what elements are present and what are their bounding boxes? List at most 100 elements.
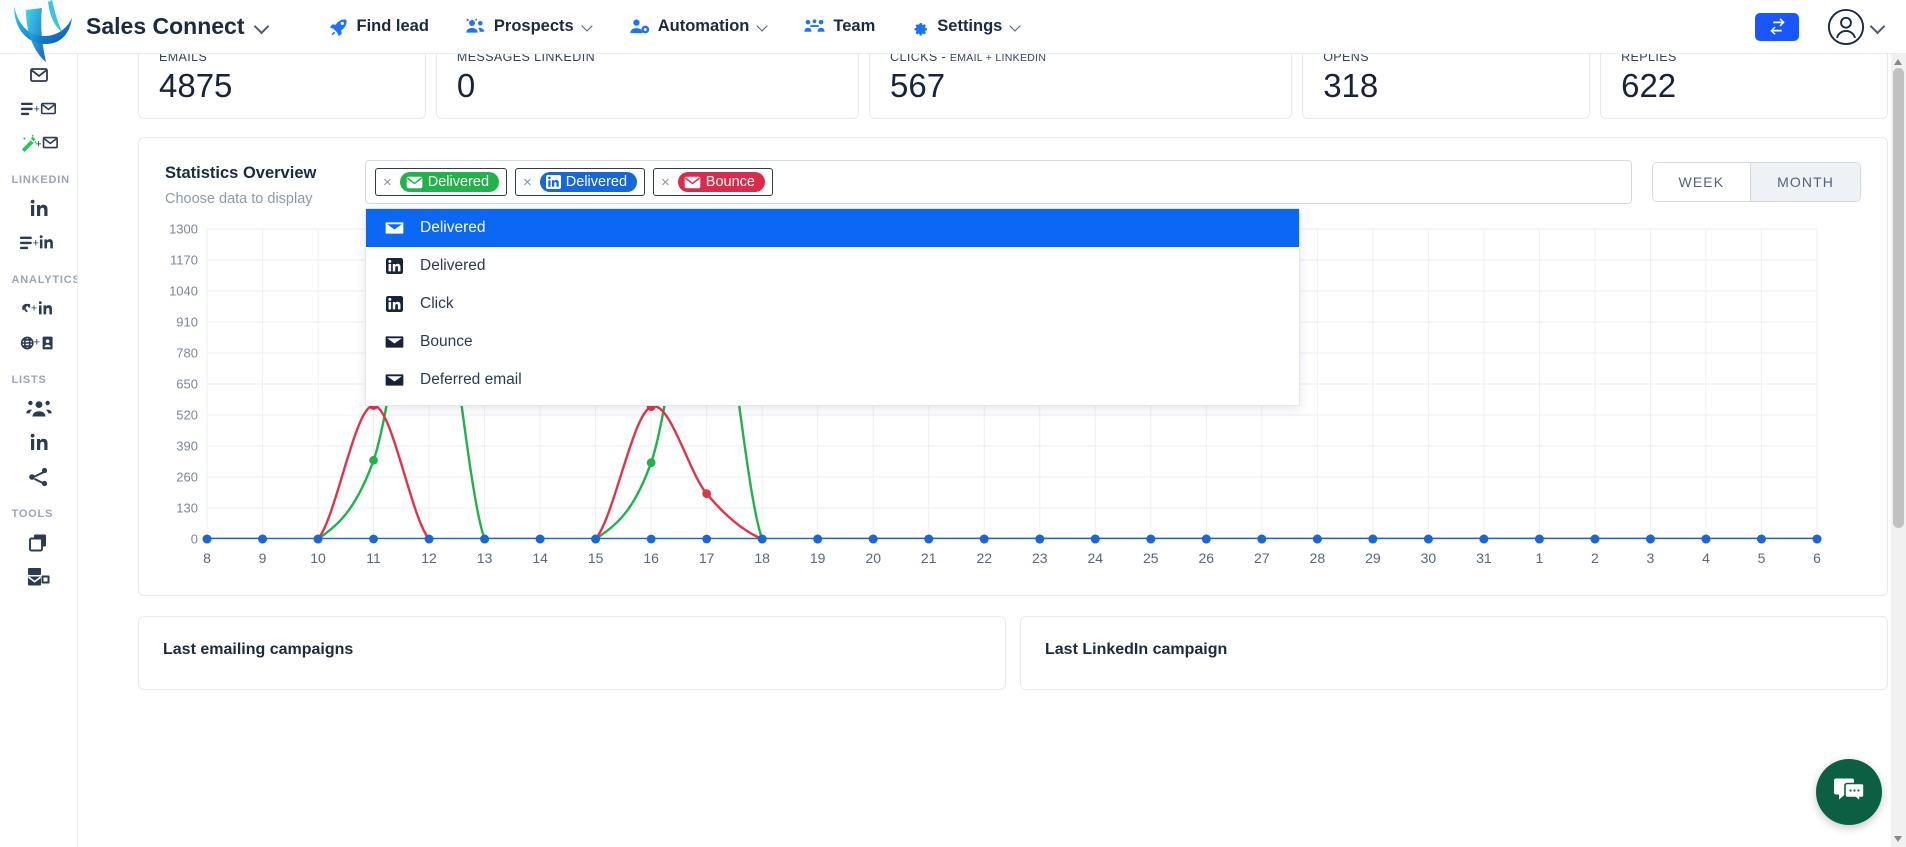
- kpi-value: 318: [1323, 67, 1379, 104]
- sidebar-item-linkedin-campaign[interactable]: +: [0, 226, 77, 260]
- kpi-card-emails: EMAILS 4875: [138, 54, 426, 120]
- chip-remove-icon[interactable]: ×: [523, 175, 532, 190]
- dropdown-option-label: Click: [420, 295, 454, 313]
- svg-text:27: 27: [1254, 550, 1270, 566]
- chip-remove-icon[interactable]: ×: [383, 175, 392, 190]
- dropdown-option-label: Delivered: [420, 219, 486, 237]
- chip-delivered-email[interactable]: × Delivered: [375, 168, 508, 197]
- chat-widget-button[interactable]: [1816, 759, 1882, 825]
- statistics-overview-panel: Statistics Overview Choose data to displ…: [138, 137, 1888, 597]
- scroll-down-arrow-icon[interactable]: [1894, 836, 1902, 842]
- sidebar-item-email-campaign[interactable]: +: [0, 92, 77, 126]
- svg-text:4: 4: [1702, 550, 1710, 566]
- swap-account-button[interactable]: [1755, 12, 1799, 41]
- nav-settings[interactable]: Settings: [893, 17, 1039, 36]
- dropdown-option-bounce-email[interactable]: Bounce: [366, 323, 1299, 361]
- svg-text:9: 9: [259, 550, 267, 566]
- svg-text:+: +: [33, 337, 39, 349]
- nav-find-lead-label: Find lead: [356, 17, 429, 35]
- page-scrollbar[interactable]: [1891, 54, 1906, 847]
- chip-remove-icon[interactable]: ×: [661, 175, 670, 190]
- dropdown-option-delivered-email[interactable]: Delivered: [366, 209, 1299, 248]
- kpi-card-opens: OPENS 318: [1302, 54, 1591, 120]
- swap-arrows-icon: [1769, 18, 1785, 35]
- svg-text:0: 0: [191, 532, 198, 547]
- range-toggle-month[interactable]: MONTH: [1750, 163, 1860, 202]
- sidebar-item-email-template[interactable]: +: [0, 126, 77, 160]
- kpi-label: MESSAGES LINKEDIN: [456, 54, 595, 64]
- range-toggle: WEEK MONTH: [1651, 162, 1861, 203]
- nav-automation-label: Automation: [657, 17, 750, 35]
- linkedin-icon: [30, 199, 47, 216]
- nav-find-lead[interactable]: Find lead: [312, 17, 447, 36]
- chip-delivered-linkedin[interactable]: × Delivered: [515, 168, 646, 197]
- chevron-down-icon: [582, 21, 593, 32]
- svg-text:31: 31: [1476, 550, 1492, 566]
- globe-plus-card-icon: +: [20, 336, 53, 350]
- sidebar-item-linkedin-analytics[interactable]: +: [0, 292, 77, 326]
- sidebar-item-duplicate[interactable]: [0, 526, 77, 560]
- svg-text:14: 14: [532, 550, 548, 566]
- dropdown-option-label: Bounce: [420, 333, 473, 351]
- dropdown-option-delivered-linkedin[interactable]: Delivered: [366, 247, 1299, 285]
- scroll-thumb[interactable]: [1893, 68, 1904, 528]
- range-toggle-week[interactable]: WEEK: [1652, 163, 1751, 202]
- kpi-value: 4875: [159, 67, 233, 104]
- brand-selector[interactable]: Sales Connect: [86, 13, 268, 40]
- envelope-icon: [384, 221, 404, 235]
- sidebar-item-mail-server[interactable]: [0, 560, 77, 594]
- svg-text:21: 21: [921, 550, 937, 566]
- kpi-label-sub: EMAIL + LINKEDIN: [949, 54, 1047, 64]
- envelope-icon: [384, 335, 404, 349]
- svg-text:520: 520: [176, 408, 198, 423]
- chip-pill: Bounce: [677, 172, 765, 193]
- svg-text:2: 2: [1591, 550, 1599, 566]
- sidebar-item-shared-lists[interactable]: [0, 460, 77, 494]
- account-menu[interactable]: [1827, 8, 1884, 46]
- brand-name: Sales Connect: [86, 13, 245, 39]
- svg-text:910: 910: [176, 315, 198, 330]
- svg-text:130: 130: [176, 501, 198, 516]
- chip-bounce-email[interactable]: × Bounce: [653, 168, 773, 197]
- dropdown-option-label: Delivered: [420, 257, 486, 275]
- svg-text:+: +: [35, 139, 41, 151]
- chip-pill: Delivered: [399, 172, 500, 193]
- dropdown-option-click-linkedin[interactable]: Click: [366, 285, 1299, 323]
- kpi-label: REPLIES: [1621, 54, 1677, 64]
- panel-header: Statistics Overview Choose data to displ…: [165, 160, 1861, 407]
- nav-prospects-label: Prospects: [493, 17, 574, 35]
- envelope-icon: [406, 176, 423, 189]
- rocket-icon: [329, 17, 349, 36]
- svg-text:10: 10: [310, 550, 326, 566]
- data-series-select[interactable]: × Delivered × Delivered × Bounce: [365, 160, 1632, 205]
- svg-text:15: 15: [588, 550, 604, 566]
- person-gear-icon: [629, 17, 650, 36]
- nav-settings-label: Settings: [937, 17, 1003, 35]
- svg-text:19: 19: [810, 550, 826, 566]
- mail-server-icon: [27, 568, 49, 586]
- bottom-cards-row: Last emailing campaigns Last LinkedIn ca…: [138, 616, 1888, 691]
- chevron-down-icon: [1010, 21, 1021, 32]
- app-logo[interactable]: [0, 0, 86, 62]
- kpi-card-replies: REPLIES 622: [1600, 54, 1888, 120]
- sidebar-item-contact-lists[interactable]: [0, 392, 77, 426]
- svg-text:+: +: [32, 238, 38, 250]
- scroll-up-arrow-icon[interactable]: [1894, 59, 1902, 65]
- svg-text:28: 28: [1310, 550, 1326, 566]
- sidebar-item-web-analytics[interactable]: +: [0, 326, 77, 360]
- data-series-dropdown: Delivered Delivered Click Bounce Deferre…: [365, 208, 1300, 407]
- envelope-icon: [684, 176, 701, 189]
- dropdown-option-deferred-email[interactable]: Deferred email: [366, 361, 1299, 399]
- linkedin-icon: [384, 258, 404, 275]
- sidebar-item-linkedin[interactable]: [0, 192, 77, 226]
- kpi-label-main: CLICKS: [890, 54, 938, 64]
- card-title: Last emailing campaigns: [163, 641, 354, 659]
- nav-prospects[interactable]: Prospects: [447, 17, 611, 36]
- nav-team[interactable]: Team: [786, 17, 893, 36]
- kpi-cards-row: EMAILS 4875 MESSAGES LINKEDIN 0 CLICKS -…: [138, 54, 1888, 120]
- kpi-card-clicks: CLICKS - EMAIL + LINKEDIN 567: [869, 54, 1293, 120]
- svg-text:23: 23: [1032, 550, 1048, 566]
- nav-automation[interactable]: Automation: [611, 17, 787, 36]
- sidebar-item-linkedin-lists[interactable]: [0, 426, 77, 460]
- chevron-down-icon: [757, 21, 768, 32]
